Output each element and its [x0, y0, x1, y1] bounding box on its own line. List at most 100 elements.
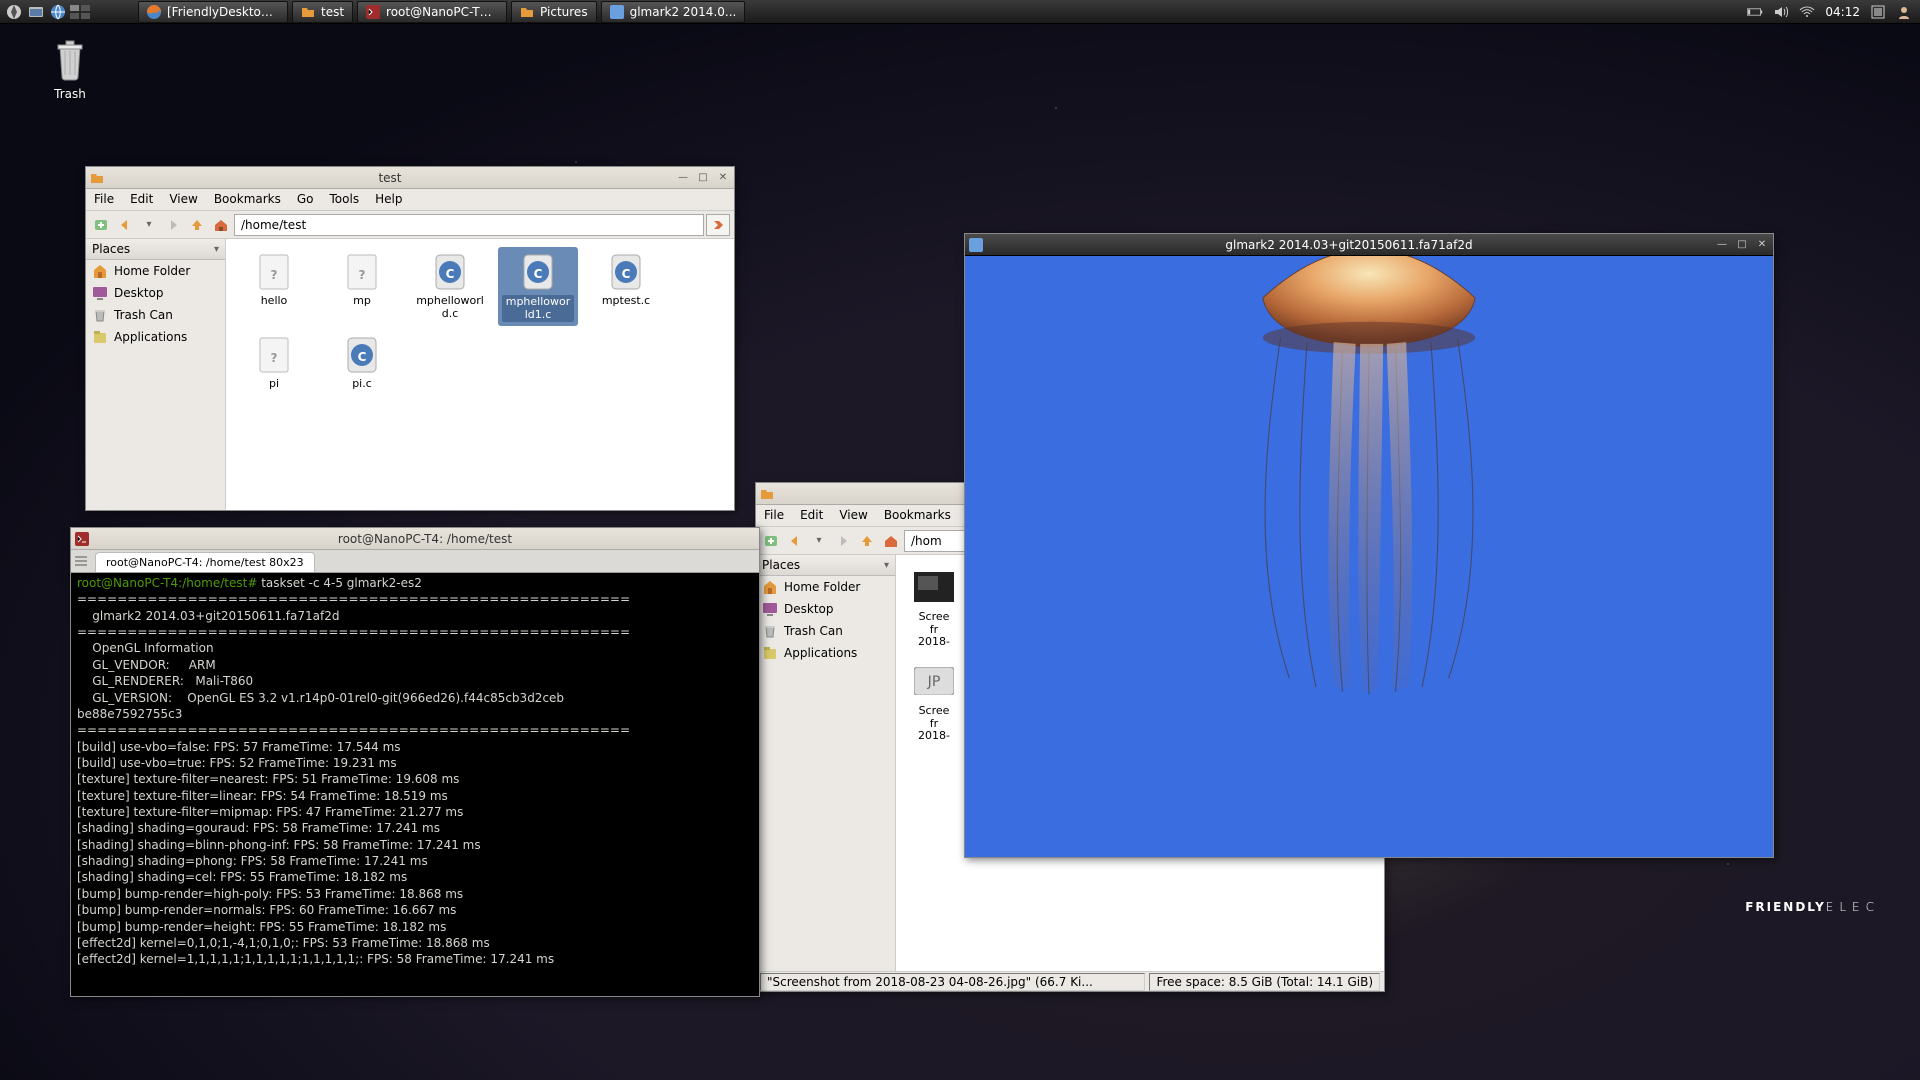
browser-launcher-icon[interactable]: [48, 2, 68, 22]
sidebar-item-label: Applications: [114, 330, 187, 344]
menu-tools[interactable]: Tools: [322, 189, 368, 210]
status-free-space: Free space: 8.5 GiB (Total: 14.1 GiB): [1149, 973, 1380, 991]
menu-file[interactable]: File: [86, 189, 122, 210]
battery-icon[interactable]: [1747, 4, 1763, 20]
menu-help[interactable]: Help: [367, 189, 410, 210]
home-button[interactable]: [880, 530, 902, 552]
menu-bookmarks[interactable]: Bookmarks: [876, 505, 959, 526]
folder-icon: [301, 5, 315, 19]
menubar: FileEditViewBookmarksGoToolsHelp: [86, 189, 734, 211]
svg-text:?: ?: [271, 351, 278, 365]
places-header[interactable]: Places▾: [756, 555, 895, 576]
sidebar-item-apps[interactable]: Applications: [86, 326, 225, 348]
forward-button[interactable]: [832, 530, 854, 552]
files-launcher-icon[interactable]: [26, 2, 46, 22]
menu-go[interactable]: Go: [289, 189, 322, 210]
file-item[interactable]: ? pi: [234, 330, 314, 395]
up-button[interactable]: [186, 214, 208, 236]
path-input[interactable]: /home/test: [234, 214, 704, 236]
back-button[interactable]: [784, 530, 806, 552]
sidebar-item-home[interactable]: Home Folder: [756, 576, 895, 598]
thumbnail-item[interactable]: Screefr2018-: [904, 563, 964, 653]
filemanager-test-window[interactable]: test — □ ✕ FileEditViewBookmarksGoToolsH…: [85, 166, 735, 511]
menu-bookmarks[interactable]: Bookmarks: [206, 189, 289, 210]
go-button[interactable]: [706, 214, 730, 236]
taskbar-item[interactable]: test: [292, 1, 353, 23]
menu-view[interactable]: View: [831, 505, 875, 526]
taskbar-item[interactable]: Pictures: [511, 1, 597, 23]
workspace-switcher-icon[interactable]: [70, 2, 90, 22]
svg-text:C: C: [534, 267, 543, 281]
up-button[interactable]: [856, 530, 878, 552]
sidebar-item-label: Trash Can: [784, 624, 843, 638]
places-sidebar: Places▾ Home FolderDesktopTrash Can Appli…: [86, 239, 226, 510]
svg-text:C: C: [446, 267, 455, 281]
minimize-button[interactable]: —: [1715, 238, 1729, 252]
svg-text:C: C: [622, 267, 631, 281]
menu-file[interactable]: File: [756, 505, 792, 526]
maximize-button[interactable]: □: [1735, 238, 1749, 252]
folder-icon: [520, 5, 534, 19]
home-button[interactable]: [210, 214, 232, 236]
terminal-window[interactable]: root@NanoPC-T4: /home/test root@NanoPC-T…: [70, 527, 760, 997]
minimize-button[interactable]: —: [676, 171, 690, 185]
sidebar-item-desktop[interactable]: Desktop: [86, 282, 225, 304]
file-label: Screefr2018-: [918, 611, 950, 649]
file-icon-view[interactable]: ?hello?mpCmphelloworld.cCmphelloworld1.c…: [226, 239, 734, 510]
file-label: Screefr2018-: [918, 705, 950, 743]
sidebar-item-home[interactable]: Home Folder: [86, 260, 225, 282]
file-label: mphelloworld.c: [414, 295, 486, 320]
file-item[interactable]: ?mp: [322, 247, 402, 326]
file-item[interactable]: Cpi.c: [322, 330, 402, 395]
c-source-icon: C: [342, 334, 382, 374]
taskbar-item[interactable]: [FriendlyDesktop...: [138, 1, 288, 23]
titlebar[interactable]: test — □ ✕: [86, 167, 734, 189]
file-item[interactable]: Cmptest.c: [586, 247, 666, 326]
sidebar-item-trash[interactable]: Trash Can: [756, 620, 895, 642]
svg-text:?: ?: [271, 268, 278, 282]
file-item[interactable]: ?hello: [234, 247, 314, 326]
menu-edit[interactable]: Edit: [122, 189, 161, 210]
titlebar[interactable]: root@NanoPC-T4: /home/test: [71, 528, 759, 550]
thumbnail-item[interactable]: JPScreefr2018-: [904, 657, 964, 747]
menu-edit[interactable]: Edit: [792, 505, 831, 526]
user-icon[interactable]: [1896, 4, 1912, 20]
desktop-trash[interactable]: Trash: [30, 35, 110, 101]
session-icon[interactable]: [1870, 4, 1886, 20]
history-button[interactable]: ▾: [808, 530, 830, 552]
terminal-tab[interactable]: root@NanoPC-T4: /home/test 80x23: [95, 552, 315, 572]
wifi-icon[interactable]: [1799, 4, 1815, 20]
file-item[interactable]: Cmphelloworld1.c: [498, 247, 578, 326]
svg-text:?: ?: [359, 268, 366, 282]
titlebar[interactable]: glmark2 2014.03+git20150611.fa71af2d — □…: [965, 234, 1773, 256]
unknown-file-icon: ?: [254, 251, 294, 291]
history-button[interactable]: ▾: [138, 214, 160, 236]
tab-menu-button[interactable]: [71, 550, 91, 572]
glmark2-window[interactable]: glmark2 2014.03+git20150611.fa71af2d — □…: [964, 233, 1774, 858]
file-item[interactable]: Cmphelloworld.c: [410, 247, 490, 326]
clock[interactable]: 04:12: [1825, 5, 1860, 19]
trash-icon: [762, 623, 778, 639]
back-button[interactable]: [114, 214, 136, 236]
close-button[interactable]: ✕: [716, 171, 730, 185]
unknown-file-icon: ?: [342, 251, 382, 291]
new-tab-button[interactable]: [90, 214, 112, 236]
new-tab-button[interactable]: [760, 530, 782, 552]
c-source-icon: C: [518, 251, 558, 291]
file-label: pi: [269, 378, 279, 391]
close-button[interactable]: ✕: [1755, 238, 1769, 252]
volume-icon[interactable]: [1773, 4, 1789, 20]
taskbar-item[interactable]: root@NanoPC-T4...: [357, 1, 507, 23]
terminal-output[interactable]: root@NanoPC-T4:/home/test# taskset -c 4-…: [71, 573, 759, 996]
places-header[interactable]: Places▾: [86, 239, 225, 260]
app-menu-icon[interactable]: [4, 2, 24, 22]
sidebar-item-desktop[interactable]: Desktop: [756, 598, 895, 620]
maximize-button[interactable]: □: [696, 171, 710, 185]
menu-view[interactable]: View: [161, 189, 205, 210]
apps-icon: [92, 329, 108, 345]
forward-button[interactable]: [162, 214, 184, 236]
sidebar-item-trash[interactable]: Trash Can: [86, 304, 225, 326]
desktop-icon: [92, 285, 108, 301]
taskbar-item[interactable]: glmark2 2014.0...: [601, 1, 746, 23]
sidebar-item-apps[interactable]: Applications: [756, 642, 895, 664]
